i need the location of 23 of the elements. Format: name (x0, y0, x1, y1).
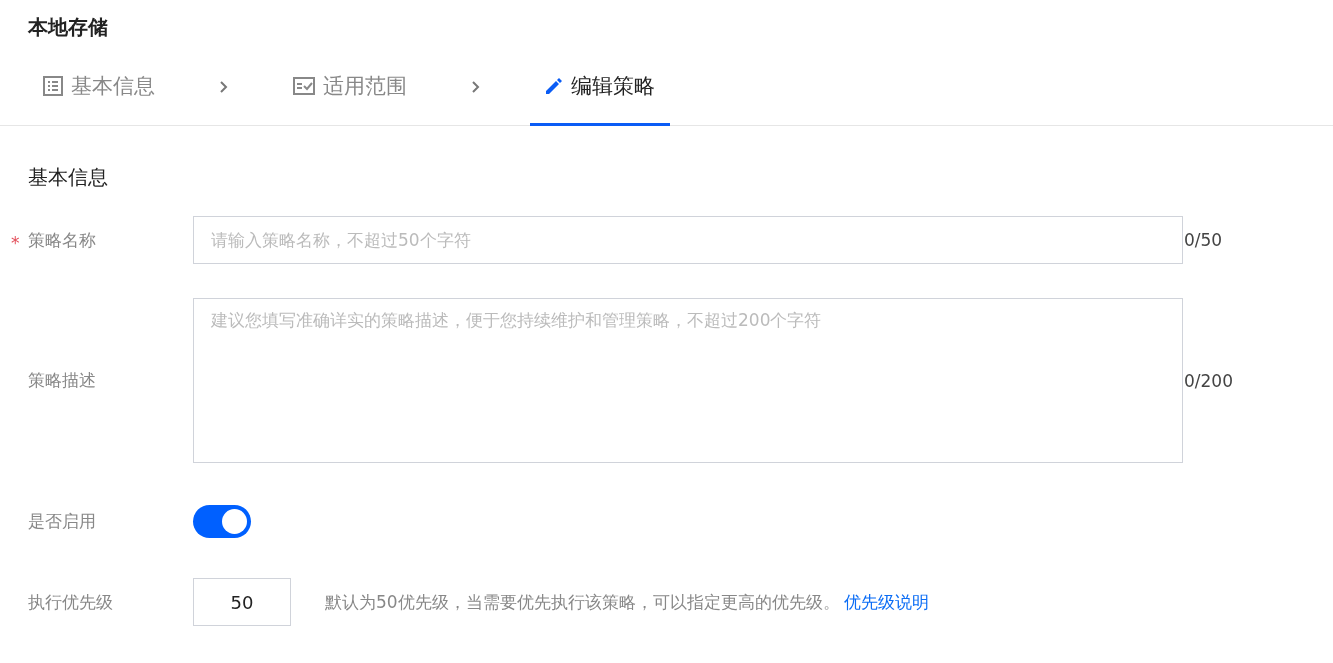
toggle-switch[interactable] (193, 505, 251, 538)
checklist-card-icon (293, 76, 315, 95)
field-label: 策略描述 (28, 369, 97, 392)
char-counter: 0/200 (1183, 370, 1233, 391)
pencil-icon (545, 76, 563, 95)
page-title: 本地存储 (27, 14, 109, 41)
hint-text: 默认为50优先级，当需要优先执行该策略，可以指定更高的优先级。 (325, 590, 840, 614)
list-icon (43, 75, 63, 96)
required-mark: * (11, 232, 20, 253)
field-label: 是否启用 (28, 510, 97, 533)
step-tab[interactable]: 编辑策略 (530, 48, 670, 126)
text-input[interactable]: 请输入策略名称，不超过50个字符 (193, 216, 1183, 264)
step-tab[interactable]: 基本信息 (28, 48, 170, 126)
textarea-input[interactable]: 建议您填写准确详实的策略描述，便于您持续维护和管理策略，不超过200个字符 (193, 298, 1183, 463)
field-label: 执行优先级 (28, 590, 114, 614)
help-link[interactable]: 优先级说明 (843, 590, 929, 614)
section-title: 基本信息 (27, 164, 109, 191)
field-label: 策略名称 (28, 229, 96, 250)
chevron-right-icon (220, 80, 228, 93)
step-tab[interactable]: 适用范围 (278, 48, 422, 126)
number-input[interactable]: 50 (193, 578, 291, 626)
char-counter: 0/50 (1183, 230, 1223, 250)
chevron-right-icon (472, 80, 480, 93)
